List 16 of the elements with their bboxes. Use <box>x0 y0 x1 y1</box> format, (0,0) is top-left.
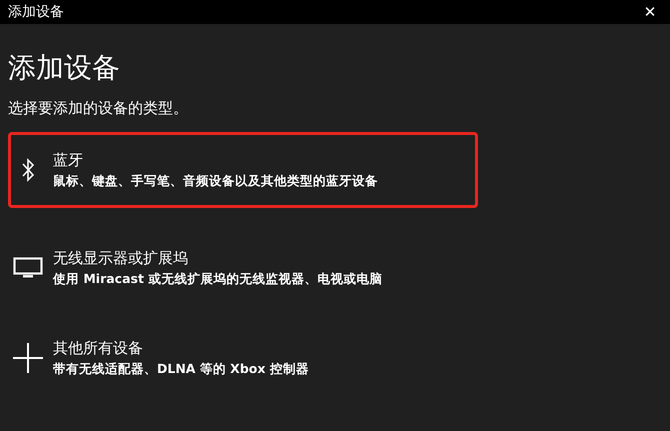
option-title: 无线显示器或扩展坞 <box>53 248 189 268</box>
device-type-option[interactable]: 蓝牙 鼠标、键盘、手写笔、音频设备以及其他类型的蓝牙设备 <box>8 132 478 208</box>
device-type-option[interactable]: 无线显示器或扩展坞 使用 Miracast 或无线扩展坞的无线监视器、电视或电脑 <box>8 238 478 298</box>
bluetooth-icon <box>21 157 35 183</box>
device-type-option[interactable]: 其他所有设备 带有无线适配器、DLNA 等的 Xbox 控制器 <box>8 328 478 388</box>
monitor-icon <box>13 257 43 279</box>
option-description: 鼠标、键盘、手写笔、音频设备以及其他类型的蓝牙设备 <box>53 172 378 190</box>
close-button[interactable]: ✕ <box>630 0 670 24</box>
option-title: 其他所有设备 <box>53 338 144 358</box>
plus-icon <box>13 343 43 373</box>
instruction-text: 选择要添加的设备的类型。 <box>8 98 189 118</box>
window-title: 添加设备 <box>8 4 64 20</box>
option-description: 使用 Miracast 或无线扩展坞的无线监视器、电视或电脑 <box>53 270 382 288</box>
option-description: 带有无线适配器、DLNA 等的 Xbox 控制器 <box>53 360 309 378</box>
option-title: 蓝牙 <box>53 150 84 170</box>
page-heading: 添加设备 <box>8 50 121 86</box>
